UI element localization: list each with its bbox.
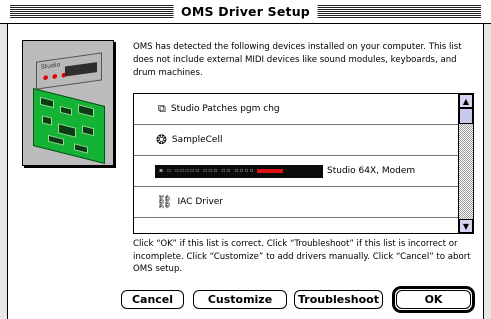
customize-button[interactable]: Customize (193, 290, 287, 309)
window-frame-right (483, 24, 491, 319)
chip (40, 96, 54, 109)
ok-button[interactable]: OK (396, 290, 471, 309)
device-list[interactable]: ⧉ Studio Patches pgm chg ❂ SampleCell ▪ … (133, 93, 474, 234)
oms-setup-illustration: Studio ● ● ● (22, 40, 114, 166)
device-list-rows: ⧉ Studio Patches pgm chg ❂ SampleCell ▪ … (134, 94, 459, 233)
cancel-button[interactable]: Cancel (121, 290, 184, 309)
device-label: Studio 64X, Modem (327, 166, 416, 176)
circuit-board-icon (33, 88, 105, 164)
iac-driver-icon: ⛓ (156, 194, 173, 210)
device-row-samplecell[interactable]: ❂ SampleCell (134, 125, 459, 156)
device-label: IAC Driver (177, 197, 224, 207)
studio-interface-icon: Studio ● ● ● (36, 52, 102, 90)
detection-description: OMS has detected the following devices i… (133, 42, 462, 78)
chip (58, 123, 76, 138)
window-title: OMS Driver Setup (173, 3, 318, 20)
device-label: SampleCell (171, 135, 223, 145)
device-label: Studio Patches pgm chg (170, 104, 280, 114)
rack-panel-markings: ▪ ▫ ▫▫▫▫▫ ▫▫▫ ▫▫ ▫▫▫▫ (159, 166, 255, 174)
scroll-down-arrow-icon[interactable]: ▼ (459, 219, 473, 233)
chip (60, 105, 72, 116)
scroll-thumb[interactable] (459, 108, 473, 124)
chip (42, 115, 52, 126)
chip (82, 125, 94, 137)
studio-device-label: Studio (41, 61, 61, 71)
scroll-up-arrow-icon[interactable]: ▲ (459, 94, 473, 108)
studio-leds: ● ● ● (43, 71, 68, 82)
studio-display (65, 62, 97, 77)
rack-red-indicator (257, 168, 283, 173)
troubleshoot-button[interactable]: Troubleshoot (294, 290, 383, 309)
device-row-iac-driver[interactable]: ⛓ IAC Driver (134, 187, 459, 218)
chip (74, 143, 88, 154)
chip (48, 134, 64, 146)
device-row-studio-64x[interactable]: ▪ ▫ ▫▫▫▫▫ ▫▫▫ ▫▫ ▫▫▫▫ Studio 64X, Modem (134, 156, 459, 187)
title-bar[interactable]: OMS Driver Setup (0, 0, 491, 24)
device-list-scrollbar[interactable]: ▲ ▼ (458, 94, 473, 233)
window-frame-left (0, 24, 8, 319)
instructions-text: Click “OK” if this list is correct. Clic… (133, 239, 471, 274)
oms-driver-setup-dialog: OMS Driver Setup Studio ● ● ● OMS has de… (0, 0, 491, 319)
chip (78, 104, 94, 118)
device-row-studio-patches[interactable]: ⧉ Studio Patches pgm chg (134, 94, 459, 125)
studio-64x-rack-icon: ▪ ▫ ▫▫▫▫▫ ▫▫▫ ▫▫ ▫▫▫▫ (155, 164, 323, 178)
samplecell-icon: ❂ (156, 132, 167, 148)
patch-icon: ⧉ (158, 102, 166, 115)
